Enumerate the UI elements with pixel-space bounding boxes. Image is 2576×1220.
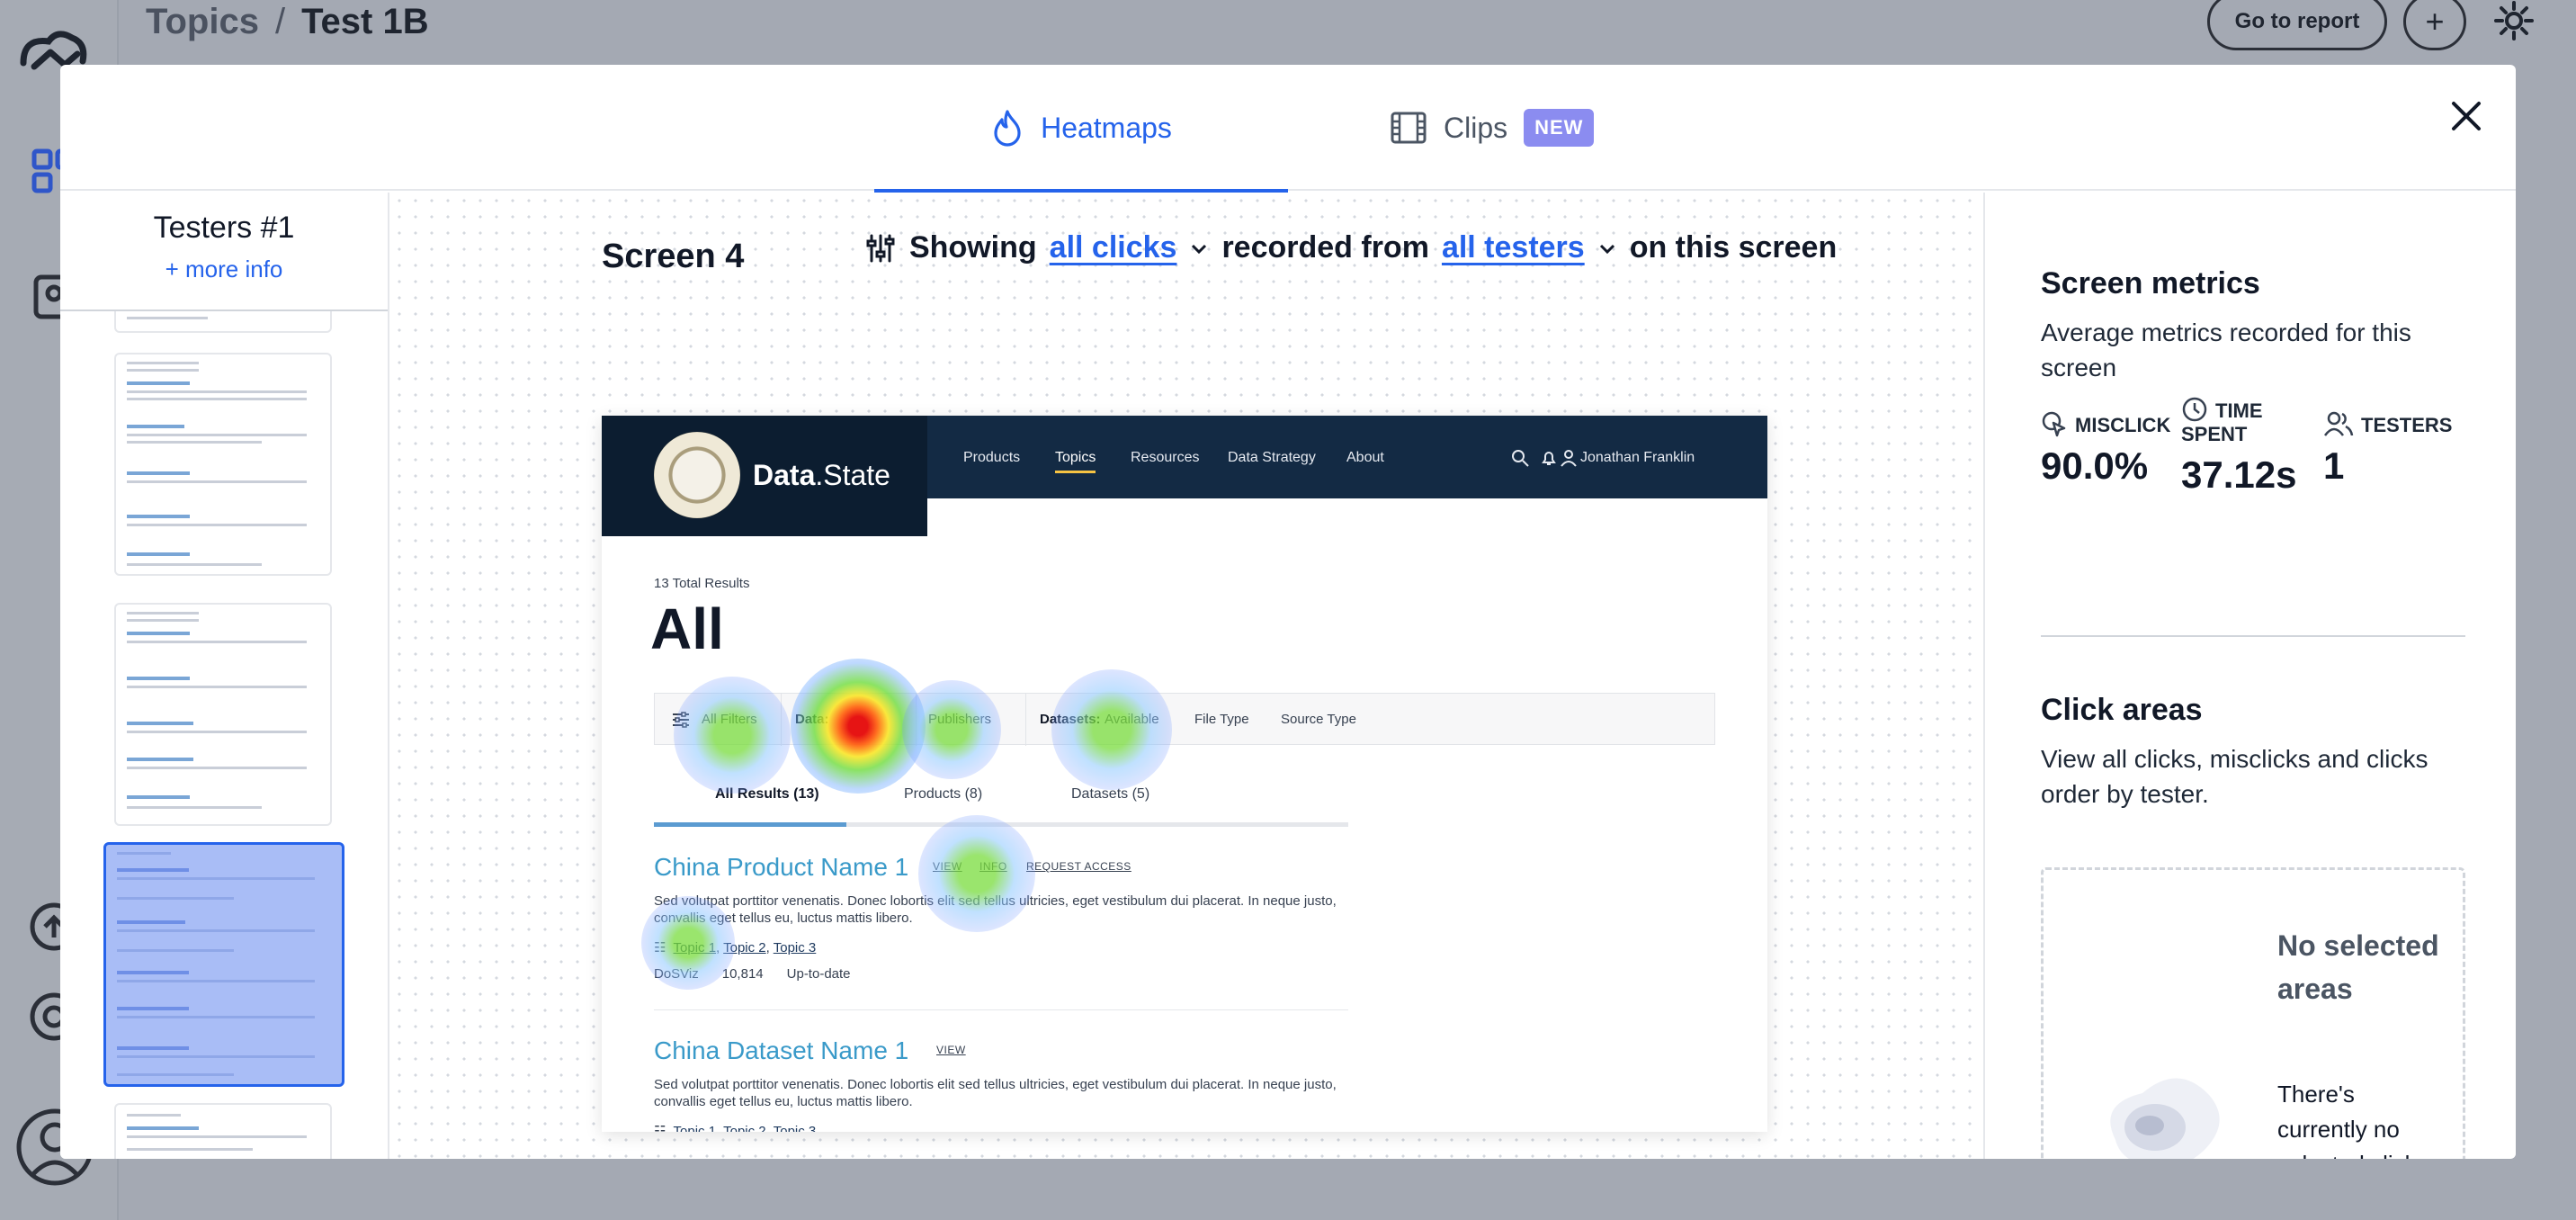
site-result-count: 13 Total Results (654, 576, 750, 591)
site-result-request-link: REQUEST ACCESS (1026, 860, 1131, 873)
site-all-filters: All Filters (702, 712, 757, 727)
breadcrumb: Topics / Test 1B (146, 2, 429, 42)
filter-recorded-label: recorded from (1221, 230, 1429, 265)
site-result-view-link-2: VIEW (936, 1044, 966, 1056)
screen-thumbnail-selected[interactable] (103, 842, 344, 1087)
heatmap-modal: Heatmaps Clips NEW Testers #1 + more inf… (60, 65, 2516, 1159)
users-icon (2323, 411, 2354, 436)
chevron-down-icon[interactable] (1597, 238, 1617, 258)
add-button[interactable]: + (2403, 0, 2466, 50)
tab-heatmaps[interactable]: Heatmaps (874, 65, 1288, 193)
site-result-description-2: Sed volutpat porttitor venenatis. Donec … (654, 1077, 1337, 1109)
screen-title: Screen 4 (602, 238, 745, 275)
gear-icon[interactable] (2493, 0, 2535, 41)
site-source-type-filter: Source Type (1281, 712, 1356, 727)
chevron-down-icon[interactable] (1189, 238, 1209, 258)
metrics-panel: Screen metrics Average metrics recorded … (1983, 193, 2516, 1159)
clock-icon (2182, 397, 2207, 422)
bell-icon (1542, 452, 1556, 465)
metrics-title: Screen metrics (2041, 266, 2260, 301)
breadcrumb-separator: / (274, 2, 286, 41)
heatmap-canvas: Screen 4 Showing all clicks recorded fro… (391, 193, 1983, 1159)
click-areas-subtitle: View all clicks, misclicks and clicks or… (2041, 745, 2428, 808)
app-footer-strip (119, 1159, 2576, 1220)
filter-sliders-icon (866, 234, 895, 262)
screen-thumbnail-6[interactable] (114, 1103, 332, 1159)
sliders-icon (673, 712, 689, 728)
site-menu-resources: Resources (1131, 450, 1200, 465)
testers-metric: TESTERS 1 (2323, 410, 2452, 488)
empty-state-title: No selected areas (2277, 929, 2439, 1005)
site-file-type-filter: File Type (1194, 712, 1249, 727)
site-tab-products: Products (8) (904, 786, 983, 802)
screen-thumbnail-3[interactable] (114, 353, 332, 576)
site-result-meta: DoSViz 10,814 Up-to-date (654, 966, 851, 982)
seal-icon (654, 432, 740, 518)
testers-value: 1 (2323, 444, 2345, 487)
search-icon (1512, 450, 1529, 467)
tab-clips[interactable]: Clips NEW (1390, 65, 1595, 191)
film-icon (1391, 112, 1427, 144)
testers-dropdown[interactable]: all testers (1442, 230, 1585, 265)
breadcrumb-root[interactable]: Topics (146, 2, 259, 41)
site-filter-bar: All Filters Data: Publishers Datasets: A… (654, 693, 1715, 746)
site-result-topics-2: ☷ Topic 1, Topic 2, Topic 3 (654, 1124, 817, 1132)
time-spent-value: 37.12s (2181, 453, 2297, 496)
site-result-view-link: VIEW (933, 860, 962, 873)
tester-title: Testers #1 (153, 211, 295, 245)
site-heading: All (650, 597, 724, 661)
user-icon (1561, 450, 1577, 467)
screen-thumbnail-4[interactable] (114, 603, 332, 826)
site-tab-datasets: Datasets (5) (1071, 786, 1150, 802)
site-result-info-link: INFO (979, 860, 1007, 873)
site-result-title: China Product Name 1 (654, 853, 909, 881)
site-menu-topics: Topics (1055, 450, 1096, 473)
site-menu-products: Products (963, 450, 1021, 465)
site-menu-data-strategy: Data Strategy (1228, 450, 1316, 465)
close-button[interactable] (2442, 92, 2491, 140)
empty-state-description: There's currently no selected click area… (2277, 1081, 2417, 1159)
site-result-status: Up-to-date (786, 966, 851, 982)
screen-thumbnails[interactable] (60, 309, 388, 1159)
site-result-title-2: China Dataset Name 1 (654, 1036, 909, 1064)
site-result-description: Sed volutpat porttitor venenatis. Donec … (654, 893, 1337, 926)
time-spent-metric: TIME SPENT 37.12s (2181, 396, 2296, 497)
site-result-views: 10,814 (721, 966, 764, 982)
go-to-report-button[interactable]: Go to report (2207, 0, 2387, 50)
site-menu-about: About (1346, 450, 1384, 465)
site-user-name: Jonathan Franklin (1580, 450, 1695, 465)
site-tabs: All Results (13) Products (8) Datasets (… (654, 786, 1348, 819)
tab-clips-label: Clips (1444, 111, 1508, 144)
filter-suffix-label: on this screen (1629, 230, 1838, 265)
click-areas-empty-state: No selected areas There's currently no s… (2041, 867, 2465, 1159)
screen-preview[interactable]: Data.State Products Topics Resources Dat… (602, 416, 1767, 1132)
misclick-metric: MISCLICK 90.0% (2041, 410, 2170, 488)
tab-heatmaps-label: Heatmaps (1041, 111, 1172, 144)
modal-header: Heatmaps Clips NEW (60, 65, 2516, 193)
screen-thumbnail-2[interactable] (114, 311, 332, 333)
click-filter: Showing all clicks recorded from all tes… (864, 230, 1837, 265)
more-info-link[interactable]: + more info (60, 256, 388, 283)
filter-showing-label: Showing (909, 230, 1037, 265)
misclick-icon (2042, 411, 2066, 437)
site-publishers-filter: Publishers (928, 712, 992, 727)
site-datasets-filter: Datasets: (1040, 712, 1101, 727)
site-brand-name: Data.State (753, 459, 890, 491)
close-icon (2452, 102, 2481, 130)
metrics-subtitle: Average metrics recorded for this screen (2041, 318, 2411, 381)
empty-illustration-icon (2110, 1078, 2220, 1159)
site-tab-all: All Results (13) (715, 786, 819, 802)
site-result-topics: ☷ Topic 1, Topic 2, Topic 3 (654, 940, 817, 955)
site-data-filter: Data: (795, 712, 829, 727)
misclick-value: 90.0% (2041, 444, 2149, 487)
site-result-publisher: DoSViz (654, 966, 699, 982)
testers-panel: Testers #1 + more info (60, 193, 389, 1159)
site-brand: Data.State (602, 416, 927, 536)
flame-icon (994, 110, 1021, 147)
breadcrumb-current: Test 1B (301, 2, 429, 41)
click-areas-title: Click areas (2041, 693, 2203, 727)
clicks-dropdown[interactable]: all clicks (1050, 230, 1177, 265)
new-badge: NEW (1524, 109, 1595, 147)
site-available-filter: Available (1105, 712, 1159, 727)
